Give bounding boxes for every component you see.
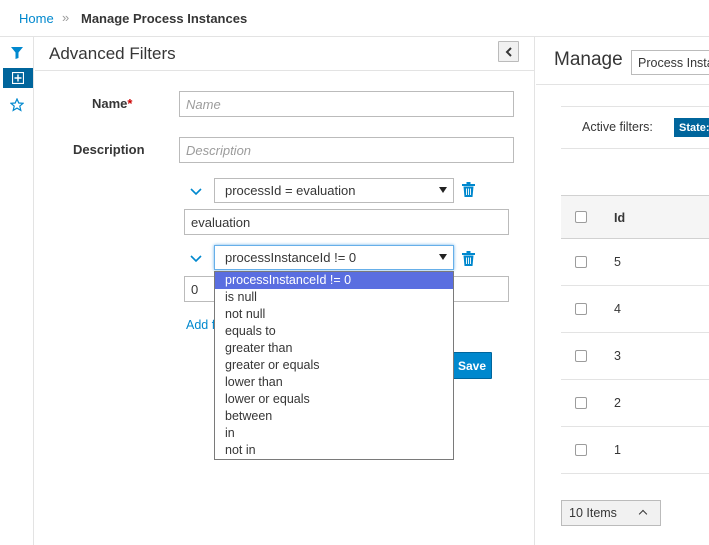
description-field[interactable]: Description (179, 137, 514, 163)
dropdown-option[interactable]: equals to (215, 323, 453, 340)
dropdown-option[interactable]: is null (215, 289, 453, 306)
filter2-value: 0 (191, 281, 199, 297)
process-name-field[interactable]: Process Insta (631, 50, 709, 75)
filter1-value: evaluation (191, 214, 251, 230)
add-filter-link[interactable]: Add f (186, 318, 215, 332)
table-header: Id (561, 195, 709, 239)
filter2-dropdown-list[interactable]: processInstanceId != 0 is null not null … (214, 271, 454, 460)
filter2-chevron-down-icon[interactable] (190, 251, 202, 266)
filter1-trash-icon[interactable] (462, 182, 475, 200)
filter1-value-field[interactable]: evaluation (184, 209, 509, 235)
filter2-trash-icon[interactable] (462, 251, 475, 269)
row-checkbox[interactable] (575, 303, 587, 315)
dropdown-option[interactable]: lower or equals (215, 391, 453, 408)
row-checkbox[interactable] (575, 256, 587, 268)
filter2-select[interactable]: processInstanceId != 0 (214, 245, 454, 270)
dropdown-option[interactable]: greater or equals (215, 357, 453, 374)
collapse-panel-button[interactable] (498, 41, 519, 62)
dropdown-option[interactable]: between (215, 408, 453, 425)
breadcrumb-current: Manage Process Instances (81, 11, 248, 26)
row-id: 5 (614, 255, 621, 269)
toolbar-divider (561, 148, 709, 149)
breadcrumb-separator: » (62, 10, 70, 25)
save-button[interactable]: Save (452, 352, 492, 379)
description-placeholder: Description (186, 142, 252, 158)
column-header-id[interactable]: Id (614, 211, 625, 225)
chevron-up-icon (638, 509, 648, 519)
name-placeholder: Name (186, 96, 221, 112)
dropdown-option[interactable]: not null (215, 306, 453, 323)
row-id: 4 (614, 302, 621, 316)
table-row[interactable]: 4 (561, 286, 709, 333)
row-checkbox[interactable] (575, 397, 587, 409)
name-label: Name* (92, 96, 133, 111)
toolbar-divider (561, 106, 709, 107)
name-field[interactable]: Name (179, 91, 514, 117)
panel-title: Advanced Filters (49, 44, 176, 63)
table-row[interactable]: 5 (561, 239, 709, 286)
left-icon-rail (0, 37, 34, 545)
breadcrumb-home-link[interactable]: Home (19, 11, 54, 26)
select-all-checkbox[interactable] (575, 211, 587, 223)
page-size-dropdown[interactable]: 10 Items (561, 500, 661, 526)
filter2-select-value: processInstanceId != 0 (225, 250, 357, 265)
dropdown-option[interactable]: not in (215, 442, 453, 459)
caret-down-icon (439, 187, 447, 193)
row-checkbox[interactable] (575, 444, 587, 456)
caret-down-icon (439, 254, 447, 260)
dropdown-option[interactable]: lower than (215, 374, 453, 391)
description-label: Description (73, 142, 145, 157)
process-instance-list: Manage Process Insta Active filters: Sta… (536, 37, 709, 545)
dropdown-option[interactable]: processInstanceId != 0 (215, 272, 453, 289)
active-filters-label: Active filters: (582, 120, 653, 134)
breadcrumb: Home » Manage Process Instances (0, 0, 709, 37)
filter1-select[interactable]: processId = evaluation (214, 178, 454, 203)
star-icon[interactable] (5, 94, 29, 116)
list-title: Manage (554, 49, 623, 70)
state-filter-badge[interactable]: State: (674, 118, 709, 137)
filter-icon[interactable] (5, 42, 29, 64)
row-id: 1 (614, 443, 621, 457)
table-row[interactable]: 1 (561, 427, 709, 474)
add-filter-icon[interactable] (3, 68, 33, 88)
filter1-select-value: processId = evaluation (225, 183, 356, 198)
list-divider (536, 84, 709, 85)
table-row[interactable]: 2 (561, 380, 709, 427)
row-id: 2 (614, 396, 621, 410)
filter1-chevron-down-icon[interactable] (190, 184, 202, 199)
row-checkbox[interactable] (575, 350, 587, 362)
row-id: 3 (614, 349, 621, 363)
page-size-label: 10 Items (569, 506, 617, 520)
table-row[interactable]: 3 (561, 333, 709, 380)
panel-divider (35, 70, 535, 71)
chevron-left-icon (505, 46, 512, 57)
dropdown-option[interactable]: in (215, 425, 453, 442)
dropdown-option[interactable]: greater than (215, 340, 453, 357)
